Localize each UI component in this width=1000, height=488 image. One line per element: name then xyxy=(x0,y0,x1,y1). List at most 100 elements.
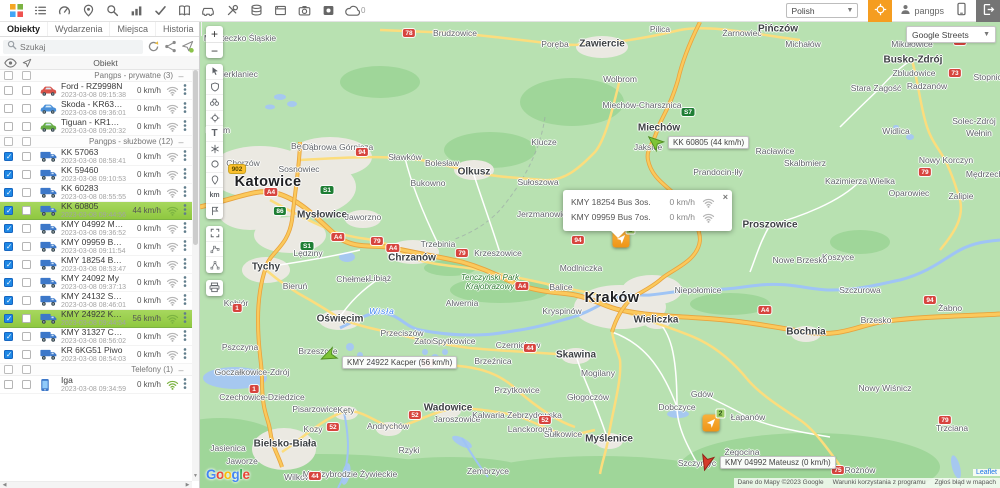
row-menu-dots[interactable] xyxy=(180,311,190,327)
scroll-down-arrow[interactable]: ▼ xyxy=(192,472,199,481)
database-icon[interactable] xyxy=(244,0,268,22)
row-menu-dots[interactable] xyxy=(180,203,190,219)
follow-checkbox[interactable] xyxy=(22,242,31,251)
row-menu-dots[interactable] xyxy=(180,101,190,117)
list-item[interactable]: Iga 2023-03-08 09:34:59 0 km/h xyxy=(0,376,192,394)
follow-checkbox[interactable] xyxy=(22,332,31,341)
camera-icon[interactable] xyxy=(292,0,316,22)
visibility-checkbox[interactable] xyxy=(4,188,13,197)
close-icon[interactable]: × xyxy=(723,192,728,202)
visibility-checkbox[interactable] xyxy=(4,278,13,287)
zoom-out-button[interactable]: − xyxy=(206,42,223,58)
follow-checkbox[interactable] xyxy=(22,224,31,233)
visibility-checkbox[interactable] xyxy=(4,152,13,161)
pin-tool[interactable] xyxy=(206,173,223,188)
tab-wydarzenia[interactable]: Wydarzenia xyxy=(48,22,111,36)
row-menu-dots[interactable] xyxy=(180,347,190,363)
visibility-checkbox[interactable] xyxy=(4,350,13,359)
attribution-terms[interactable]: Warunki korzystania z programu xyxy=(833,479,926,486)
window-icon[interactable] xyxy=(268,0,292,22)
visibility-checkbox[interactable] xyxy=(4,86,13,95)
map-pin-icon[interactable] xyxy=(76,0,100,22)
language-select[interactable]: Polish ▼ xyxy=(786,3,859,18)
map-canvas[interactable]: Miasteczko ŚląskieŚwierklaniecBytomChorz… xyxy=(200,22,1000,488)
list-item[interactable]: KMY 24092 My2023-03-08 09:37:13 0 km/h xyxy=(0,274,192,292)
fullscreen-tool[interactable] xyxy=(206,226,223,242)
follow-checkbox[interactable] xyxy=(22,122,31,131)
zoom-in-button[interactable]: + xyxy=(206,26,223,42)
cursor-tool[interactable] xyxy=(206,64,223,80)
row-menu-dots[interactable] xyxy=(180,275,190,291)
scroll-right-arrow[interactable]: ▶ xyxy=(183,482,192,488)
group-header[interactable]: Pangps - prywatne (3) – xyxy=(0,70,192,82)
collapse-icon[interactable]: – xyxy=(173,137,189,147)
group-follow-checkbox[interactable] xyxy=(22,137,31,146)
follow-checkbox[interactable] xyxy=(22,314,31,323)
list-item[interactable]: KMY 24132 Seba2023-03-08 08:46:01 0 km/h xyxy=(0,292,192,310)
circle-tool[interactable] xyxy=(206,157,223,173)
shield-tool[interactable] xyxy=(206,80,223,95)
row-menu-dots[interactable] xyxy=(180,119,190,135)
vehicle-map-label[interactable]: KMY 24922 Kacper (56 km/h) xyxy=(342,356,458,369)
follow-checkbox[interactable] xyxy=(22,206,31,215)
list-item[interactable]: KK 608052023-03-08 09:44:56 44 km/h xyxy=(0,202,192,220)
list-item[interactable]: KK 594602023-03-08 09:10:53 0 km/h xyxy=(0,166,192,184)
tab-historia[interactable]: Historia xyxy=(156,22,202,36)
row-menu-dots[interactable] xyxy=(180,329,190,345)
visibility-checkbox[interactable] xyxy=(4,296,13,305)
angle-tool[interactable] xyxy=(206,257,223,273)
visibility-checkbox[interactable] xyxy=(4,380,13,389)
follow-checkbox[interactable] xyxy=(22,152,31,161)
list-icon[interactable] xyxy=(28,0,52,22)
group-visibility-checkbox[interactable] xyxy=(4,71,13,80)
tab-miejsca[interactable]: Miejsca xyxy=(110,22,156,36)
ruler-km-tool[interactable]: km xyxy=(206,188,223,204)
row-menu-dots[interactable] xyxy=(180,221,190,237)
book-icon[interactable] xyxy=(172,0,196,22)
list-item[interactable]: Ford - RZ9998N 2023-03-08 09:15:38 0 km/h xyxy=(0,82,192,100)
gauge-icon[interactable] xyxy=(52,0,76,22)
visibility-checkbox[interactable] xyxy=(4,170,13,179)
user-menu[interactable]: pangps xyxy=(892,4,952,17)
checkmark-icon[interactable] xyxy=(148,0,172,22)
list-item[interactable]: Skoda - KR639KE 2023-03-08 09:36:01 0 km/h xyxy=(0,100,192,118)
magnifier-icon[interactable] xyxy=(100,0,124,22)
follow-checkbox[interactable] xyxy=(22,86,31,95)
vertical-scrollbar[interactable]: ▼ xyxy=(192,70,199,481)
crosshair-tool[interactable] xyxy=(206,111,223,126)
vehicle-map-label[interactable]: KMY 04992 Mateusz (0 km/h) xyxy=(720,456,836,469)
list-item[interactable]: KK 602832023-03-08 08:55:55 0 km/h xyxy=(0,184,192,202)
collapse-icon[interactable]: – xyxy=(173,365,189,375)
text-tool[interactable]: T xyxy=(206,126,223,142)
car-icon[interactable] xyxy=(196,0,220,22)
group-header[interactable]: Pangps - służbowe (12) – xyxy=(0,136,192,148)
wrench-icon[interactable] xyxy=(220,0,244,22)
printer-tool[interactable] xyxy=(206,280,223,296)
row-menu-dots[interactable] xyxy=(180,293,190,309)
vehicle-map-label[interactable]: KK 60805 (44 km/h) xyxy=(668,136,750,149)
scroll-left-arrow[interactable]: ◀ xyxy=(0,482,9,488)
column-header-object[interactable]: Obiekt xyxy=(40,58,171,68)
row-menu-dots[interactable] xyxy=(180,257,190,273)
video-icon[interactable] xyxy=(316,0,340,22)
eye-icon[interactable] xyxy=(4,57,22,68)
list-item[interactable]: KK 570632023-03-08 08:58:41 0 km/h xyxy=(0,148,192,166)
follow-checkbox[interactable] xyxy=(22,188,31,197)
list-item[interactable]: Tiguan - KR1WJ072023-03-08 09:20:32 0 km/… xyxy=(0,118,192,136)
search-input[interactable] xyxy=(20,41,139,52)
visibility-checkbox[interactable] xyxy=(4,206,13,215)
follow-checkbox[interactable] xyxy=(22,350,31,359)
logout-button[interactable] xyxy=(976,0,1000,22)
row-menu-dots[interactable] xyxy=(180,185,190,201)
visibility-checkbox[interactable] xyxy=(4,260,13,269)
list-item[interactable]: KR 6KG51 Piwo2023-03-08 08:54:03 0 km/h xyxy=(0,346,192,364)
map-layer-select[interactable]: Google Streets ▼ xyxy=(906,26,996,43)
follow-checkbox[interactable] xyxy=(22,296,31,305)
mobile-app-button[interactable] xyxy=(952,0,970,22)
row-menu-dots[interactable] xyxy=(180,239,190,255)
visibility-checkbox[interactable] xyxy=(4,314,13,323)
group-header[interactable]: Telefony (1) – xyxy=(0,364,192,376)
visibility-checkbox[interactable] xyxy=(4,122,13,131)
group-follow-checkbox[interactable] xyxy=(22,365,31,374)
list-item[interactable]: KMY 04992 Mateusz2023-03-08 09:36:52 0 km… xyxy=(0,220,192,238)
